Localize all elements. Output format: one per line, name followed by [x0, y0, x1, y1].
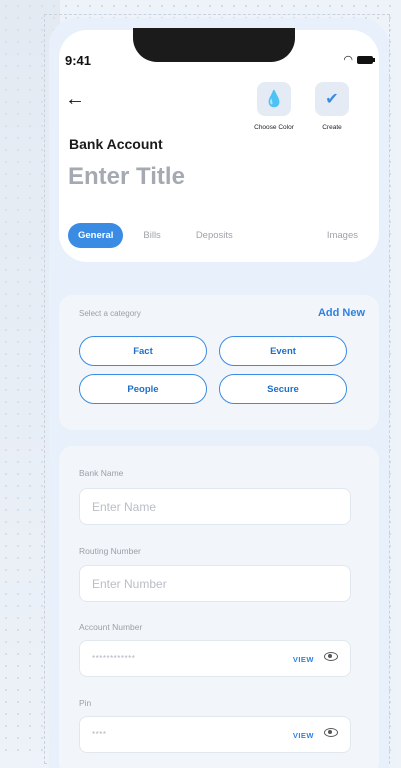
- droplet-icon: 💧: [257, 82, 291, 116]
- account-number-masked: ************: [92, 654, 136, 663]
- category-label: Select a category: [79, 309, 141, 318]
- pin-masked: ****: [92, 730, 107, 739]
- phone-notch: [133, 28, 295, 62]
- section-title: Bank Account: [69, 136, 163, 152]
- battery-icon: [357, 55, 375, 64]
- routing-number-label: Routing Number: [79, 546, 141, 556]
- routing-number-input[interactable]: [80, 566, 284, 601]
- category-chip-fact[interactable]: Fact: [79, 336, 207, 366]
- account-number-label: Account Number: [79, 622, 143, 632]
- bank-name-field: [79, 488, 351, 525]
- create-button[interactable]: ✔ Create: [303, 82, 361, 131]
- account-view-button[interactable]: VIEW: [293, 655, 314, 664]
- bank-name-label: Bank Name: [79, 468, 124, 478]
- status-time: 9:41: [65, 53, 92, 68]
- add-new-link[interactable]: Add New: [318, 307, 365, 319]
- pin-label: Pin: [79, 698, 92, 708]
- status-icons: ◠: [343, 53, 375, 66]
- category-card: Select a category Add New Fact Event Peo…: [59, 295, 379, 430]
- wifi-icon: ◠: [343, 54, 353, 66]
- phone-screen: 9:41 ◠ ← 💧 Choose Color ✔ Create Bank Ac…: [49, 18, 389, 768]
- bank-name-input[interactable]: [80, 489, 284, 524]
- choose-color-label: Choose Color: [254, 124, 294, 131]
- eye-icon[interactable]: [324, 728, 338, 737]
- back-arrow-icon[interactable]: ←: [65, 88, 85, 111]
- pin-view-button[interactable]: VIEW: [293, 731, 314, 740]
- bank-form-card: Bank Name Routing Number Account Number …: [59, 446, 379, 768]
- category-chip-event[interactable]: Event: [219, 336, 347, 366]
- category-chip-people[interactable]: People: [79, 374, 207, 404]
- create-label: Create: [322, 124, 342, 131]
- routing-number-field: [79, 565, 351, 602]
- choose-color-button[interactable]: 💧 Choose Color: [245, 82, 303, 131]
- tab-deposits[interactable]: Deposits: [196, 230, 233, 241]
- check-icon: ✔: [315, 82, 349, 116]
- tab-bar: General Bills Deposits Images: [68, 223, 358, 248]
- tab-general[interactable]: General: [68, 223, 124, 248]
- pin-field[interactable]: **** VIEW: [79, 716, 351, 753]
- category-chip-secure[interactable]: Secure: [219, 374, 347, 404]
- account-number-field[interactable]: ************ VIEW: [79, 640, 351, 677]
- eye-icon[interactable]: [324, 652, 338, 661]
- title-input[interactable]: [68, 163, 268, 191]
- tab-bills[interactable]: Bills: [143, 230, 160, 241]
- tab-images[interactable]: Images: [327, 230, 358, 241]
